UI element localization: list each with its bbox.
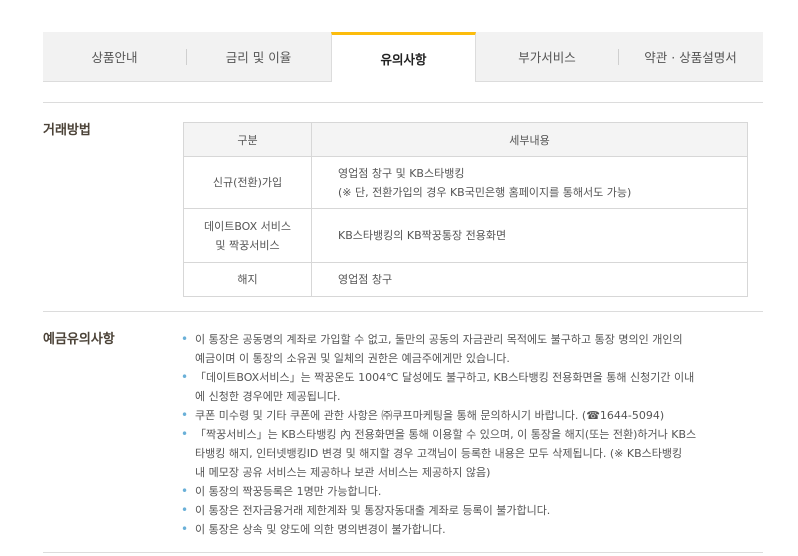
table-header-row: 구분 세부내용: [183, 122, 748, 157]
transaction-table: 구분 세부내용 신규(전환)가입 영업점 창구 및 KB스타뱅킹 (※ 단, 전…: [183, 122, 748, 297]
tab-interest-rates[interactable]: 금리 및 이율: [186, 32, 331, 81]
row-type-cell: 데이트BOX 서비스 및 짝꿍서비스: [183, 208, 312, 263]
divider: [43, 552, 763, 553]
row-type-text: 데이트BOX 서비스: [203, 219, 292, 233]
tab-additional-services[interactable]: 부가서비스: [476, 32, 618, 81]
row-type-cell: 신규(전환)가입: [183, 156, 312, 209]
tab-precautions[interactable]: 유의사항: [331, 32, 476, 82]
list-item: 쿠폰 미수령 및 기타 쿠폰에 관한 사항은 ㈜쿠프마케팅을 통해 문의하시기 …: [181, 406, 756, 425]
row-detail-cell: 영업점 창구 및 KB스타뱅킹 (※ 단, 전환가입의 경우 KB국민은행 홈페…: [311, 156, 748, 209]
list-item: 이 통장은 공동명의 계좌로 가입할 수 없고, 둘만의 공동의 자금관리 목적…: [181, 330, 756, 368]
notice-line: 타뱅킹 해지, 인터넷뱅킹ID 변경 및 해지할 경우 고객님이 등록한 내용은…: [195, 447, 683, 460]
notice-line: 이 통장의 짝꿍등록은 1명만 가능합니다.: [195, 485, 382, 498]
column-header-detail: 세부내용: [311, 122, 748, 157]
notice-line: 이 통장은 공동명의 계좌로 가입할 수 없고, 둘만의 공동의 자금관리 목적…: [195, 333, 683, 346]
table-row: 신규(전환)가입 영업점 창구 및 KB스타뱅킹 (※ 단, 전환가입의 경우 …: [183, 156, 748, 209]
list-item: 이 통장의 짝꿍등록은 1명만 가능합니다.: [181, 482, 756, 501]
list-item: 「데이트BOX서비스」는 짝꿍온도 1004℃ 달성에도 불구하고, KB스타뱅…: [181, 368, 756, 406]
row-detail-text: (※ 단, 전환가입의 경우 KB국민은행 홈페이지를 통해서도 가능): [338, 185, 632, 199]
table-row: 데이트BOX 서비스 및 짝꿍서비스 KB스타뱅킹의 KB짝꿍통장 전용화면: [183, 208, 748, 263]
column-header-type: 구분: [183, 122, 312, 157]
row-detail-text: KB스타뱅킹의 KB짝꿍통장 전용화면: [338, 229, 507, 242]
notice-line: 「짝꿍서비스」는 KB스타뱅킹 內 전용화면을 통해 이용할 수 있으며, 이 …: [195, 428, 697, 441]
row-detail-text: 영업점 창구: [338, 273, 393, 286]
notice-line: 에 신청한 경우에만 제공됩니다.: [195, 390, 341, 403]
row-type-text: 해지: [237, 273, 258, 286]
row-type-text: 신규(전환)가입: [212, 176, 283, 189]
row-type-cell: 해지: [183, 262, 312, 297]
notice-line: 내 메모장 공유 서비스는 제공하나 보관 서비스는 제공하지 않음): [195, 466, 491, 479]
row-detail-text: 영업점 창구 및 KB스타뱅킹: [338, 166, 465, 180]
divider: [43, 102, 763, 103]
notice-line: 예금이며 이 통장의 소유권 및 일체의 권한은 예금주에게만 있습니다.: [195, 352, 510, 365]
notice-line: 쿠폰 미수령 및 기타 쿠폰에 관한 사항은 ㈜쿠프마케팅을 통해 문의하시기 …: [195, 409, 665, 422]
row-detail-cell: KB스타뱅킹의 KB짝꿍통장 전용화면: [311, 208, 748, 263]
notice-line: 이 통장은 상속 및 양도에 의한 명의변경이 불가합니다.: [195, 523, 446, 536]
list-item: 이 통장은 상속 및 양도에 의한 명의변경이 불가합니다.: [181, 520, 756, 539]
notice-line: 「데이트BOX서비스」는 짝꿍온도 1004℃ 달성에도 불구하고, KB스타뱅…: [195, 371, 695, 384]
table-row: 해지 영업점 창구: [183, 262, 748, 297]
tab-terms-documents[interactable]: 약관 · 상품설명서: [618, 32, 763, 81]
list-item: 「짝꿍서비스」는 KB스타뱅킹 內 전용화면을 통해 이용할 수 있으며, 이 …: [181, 425, 756, 482]
divider: [43, 311, 763, 312]
section-title-notice: 예금유의사항: [43, 332, 115, 347]
tab-product-info[interactable]: 상품안내: [43, 32, 186, 81]
notice-list: 이 통장은 공동명의 계좌로 가입할 수 없고, 둘만의 공동의 자금관리 목적…: [181, 330, 756, 539]
notice-line: 이 통장은 전자금융거래 제한계좌 및 통장자동대출 계좌로 등록이 불가합니다…: [195, 504, 551, 517]
tab-bar: 상품안내 금리 및 이율 유의사항 부가서비스 약관 · 상품설명서: [43, 32, 763, 82]
section-title-transaction: 거래방법: [43, 123, 91, 138]
row-detail-cell: 영업점 창구: [311, 262, 748, 297]
list-item: 이 통장은 전자금융거래 제한계좌 및 통장자동대출 계좌로 등록이 불가합니다…: [181, 501, 756, 520]
row-type-text: 및 짝꿍서비스: [215, 238, 280, 252]
